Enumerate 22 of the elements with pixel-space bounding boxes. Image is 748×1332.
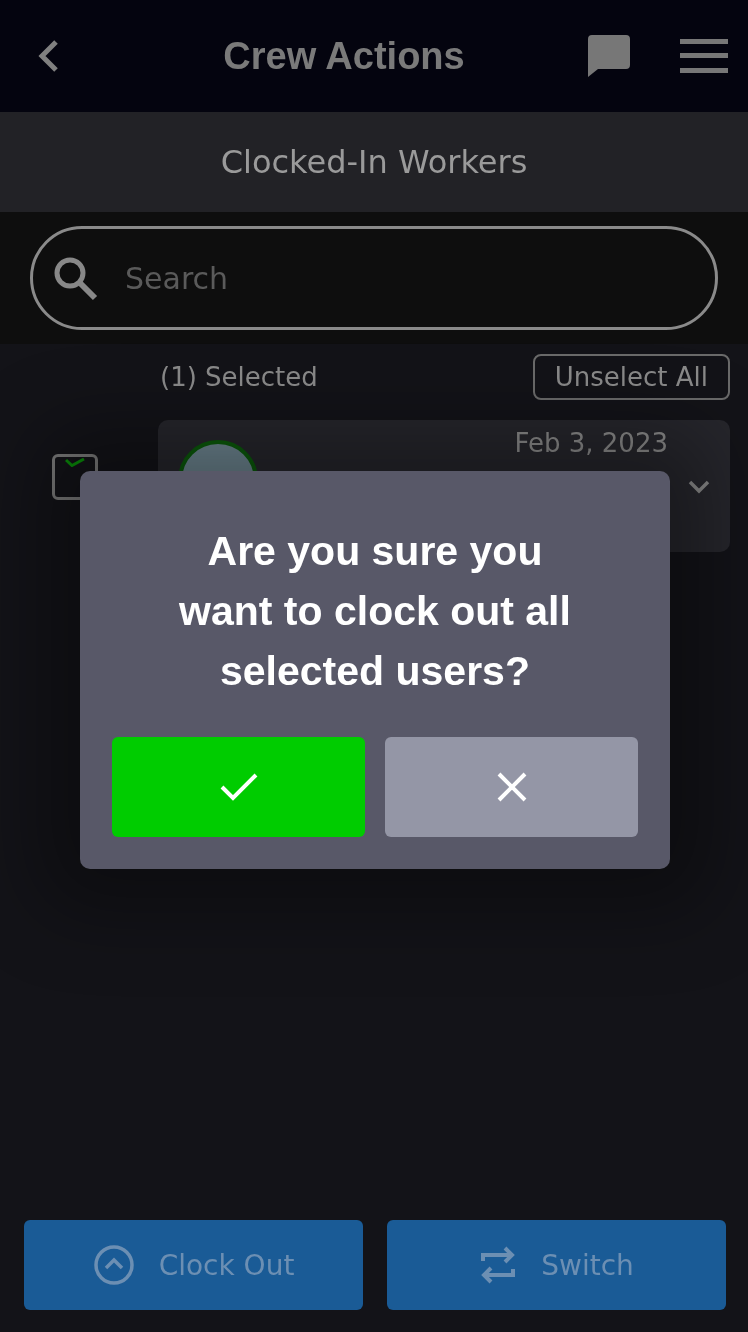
chevron-down-icon bbox=[688, 480, 710, 494]
selected-count: (1) Selected bbox=[160, 362, 318, 392]
search-icon bbox=[52, 255, 98, 301]
dialog-message: Are you sure you want to clock out all selected users? bbox=[178, 527, 572, 696]
menu-icon bbox=[680, 39, 728, 73]
clock-in-date: Feb 3, 2023 bbox=[513, 428, 668, 458]
clock-out-button[interactable]: Clock Out bbox=[24, 1220, 363, 1310]
check-icon bbox=[65, 458, 85, 467]
close-icon bbox=[496, 772, 527, 802]
section-title: Clocked-In Workers bbox=[220, 143, 528, 181]
chevron-up-circle-icon bbox=[92, 1244, 135, 1286]
check-icon bbox=[219, 773, 258, 801]
back-icon bbox=[36, 38, 60, 74]
unselect-all-button[interactable]: Unselect All bbox=[532, 354, 730, 400]
chat-button[interactable] bbox=[588, 35, 630, 77]
back-button[interactable] bbox=[36, 38, 60, 74]
switch-button[interactable]: Switch bbox=[387, 1220, 726, 1310]
menu-button[interactable] bbox=[680, 39, 728, 73]
chat-icon bbox=[588, 35, 630, 77]
swap-icon bbox=[479, 1245, 518, 1285]
search-field[interactable]: Search bbox=[30, 226, 718, 330]
screen-title: Crew Actions bbox=[222, 34, 466, 78]
